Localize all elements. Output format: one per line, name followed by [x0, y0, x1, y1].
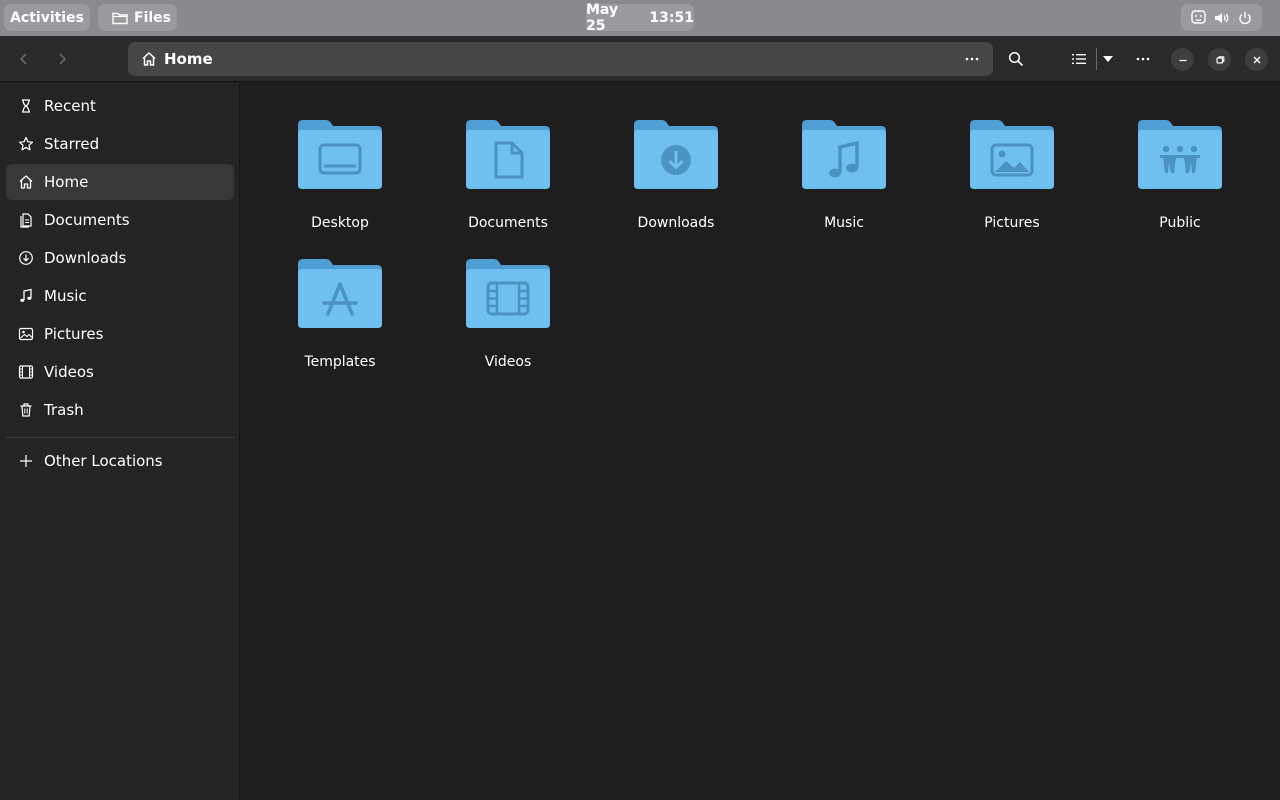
sidebar-item-other-locations[interactable]: Other Locations [6, 443, 234, 479]
plus-icon [18, 453, 34, 469]
folder-label: Pictures [984, 215, 1040, 231]
sidebar-item-label: Music [44, 287, 87, 305]
sidebar-item-music[interactable]: Music [6, 278, 234, 314]
app-name: Files [134, 9, 171, 26]
folder-desktop[interactable]: Desktop [265, 119, 415, 249]
list-icon [1072, 53, 1086, 65]
back-button[interactable] [9, 44, 39, 74]
pictures-folder-icon [970, 120, 1054, 189]
minimize-icon [1178, 55, 1188, 65]
top-bar: Activities Files May 25 13:51 [0, 0, 1280, 36]
sidebar-item-downloads[interactable]: Downloads [6, 240, 234, 276]
volume-icon [1214, 11, 1230, 25]
music-icon [18, 288, 34, 304]
sidebar-item-label: Starred [44, 135, 100, 153]
sidebar-item-home[interactable]: Home [6, 164, 234, 200]
clock-button[interactable]: May 25 13:51 [586, 1, 694, 34]
search-button[interactable] [1001, 44, 1031, 74]
star-icon [18, 136, 34, 152]
folder-music[interactable]: Music [769, 119, 919, 249]
folder-label: Videos [484, 354, 532, 370]
folder-icon [112, 11, 128, 25]
view-options-dropdown[interactable] [1093, 44, 1123, 74]
clock-time: 13:51 [649, 9, 694, 26]
sidebar-item-trash[interactable]: Trash [6, 392, 234, 428]
file-grid: Desktop Documents Downloads Music Pictur… [241, 83, 1280, 800]
folder-public[interactable]: Public [1105, 119, 1255, 249]
downloads-icon [18, 250, 34, 266]
main-menu-button[interactable] [1128, 44, 1158, 74]
header-bar: Home [0, 36, 1280, 82]
accessibility-icon [1191, 10, 1206, 25]
videos-icon [18, 364, 34, 380]
sidebar-separator [6, 437, 234, 438]
public-folder-icon [1138, 120, 1222, 189]
triangle-down-icon [1102, 55, 1114, 63]
ellipsis-icon [1136, 57, 1150, 61]
videos-folder-icon [466, 259, 550, 328]
maximize-button[interactable] [1208, 48, 1231, 71]
chevron-left-icon [18, 52, 30, 66]
folder-templates[interactable]: Templates [265, 258, 415, 388]
folder-label: Music [824, 215, 864, 231]
sidebar-item-label: Pictures [44, 325, 104, 343]
folder-downloads[interactable]: Downloads [601, 119, 751, 249]
sidebar-item-label: Recent [44, 97, 96, 115]
folder-documents[interactable]: Documents [433, 119, 583, 249]
forward-button[interactable] [47, 44, 77, 74]
home-icon [18, 174, 34, 190]
documents-folder-icon [466, 120, 550, 189]
close-icon [1252, 55, 1262, 65]
sidebar-item-label: Documents [44, 211, 130, 229]
recent-icon [18, 98, 34, 114]
sidebar-item-documents[interactable]: Documents [6, 202, 234, 238]
restore-icon [1215, 55, 1225, 65]
location-menu-button[interactable] [957, 44, 987, 74]
sidebar-item-starred[interactable]: Starred [6, 126, 234, 162]
trash-icon [18, 402, 34, 418]
folder-label: Public [1159, 215, 1201, 231]
documents-icon [18, 212, 34, 228]
home-icon [141, 51, 157, 67]
folder-label: Desktop [311, 215, 369, 231]
sidebar-item-videos[interactable]: Videos [6, 354, 234, 390]
activities-button[interactable]: Activities [4, 4, 90, 31]
downloads-folder-icon [634, 120, 718, 189]
folder-label: Documents [468, 215, 548, 231]
search-icon [1008, 51, 1024, 67]
sidebar-item-recent[interactable]: Recent [6, 88, 234, 124]
chevron-right-icon [56, 52, 68, 66]
folder-pictures[interactable]: Pictures [937, 119, 1087, 249]
pictures-icon [18, 326, 34, 342]
system-tray[interactable] [1181, 4, 1262, 31]
desktop-folder-icon [298, 120, 382, 189]
current-location: Home [164, 50, 213, 68]
ellipsis-icon [965, 57, 979, 61]
sidebar-item-label: Other Locations [44, 452, 163, 470]
templates-folder-icon [298, 259, 382, 328]
activities-label: Activities [10, 9, 84, 26]
clock-date: May 25 [586, 1, 619, 34]
sidebar-item-label: Trash [44, 401, 84, 419]
minimize-button[interactable] [1171, 48, 1194, 71]
list-view-button[interactable] [1064, 44, 1094, 74]
folder-videos[interactable]: Videos [433, 258, 583, 388]
folder-label: Downloads [637, 215, 715, 231]
music-folder-icon [802, 120, 886, 189]
sidebar-item-pictures[interactable]: Pictures [6, 316, 234, 352]
sidebar-item-label: Downloads [44, 249, 127, 267]
sidebar-item-label: Videos [44, 363, 94, 381]
app-menu-button[interactable]: Files [98, 4, 177, 31]
close-button[interactable] [1245, 48, 1268, 71]
folder-label: Templates [304, 354, 376, 370]
path-bar[interactable]: Home [128, 42, 993, 76]
sidebar: Recent Starred Home Documents Downloads … [0, 83, 240, 800]
power-icon [1238, 11, 1252, 25]
sidebar-item-label: Home [44, 173, 89, 191]
